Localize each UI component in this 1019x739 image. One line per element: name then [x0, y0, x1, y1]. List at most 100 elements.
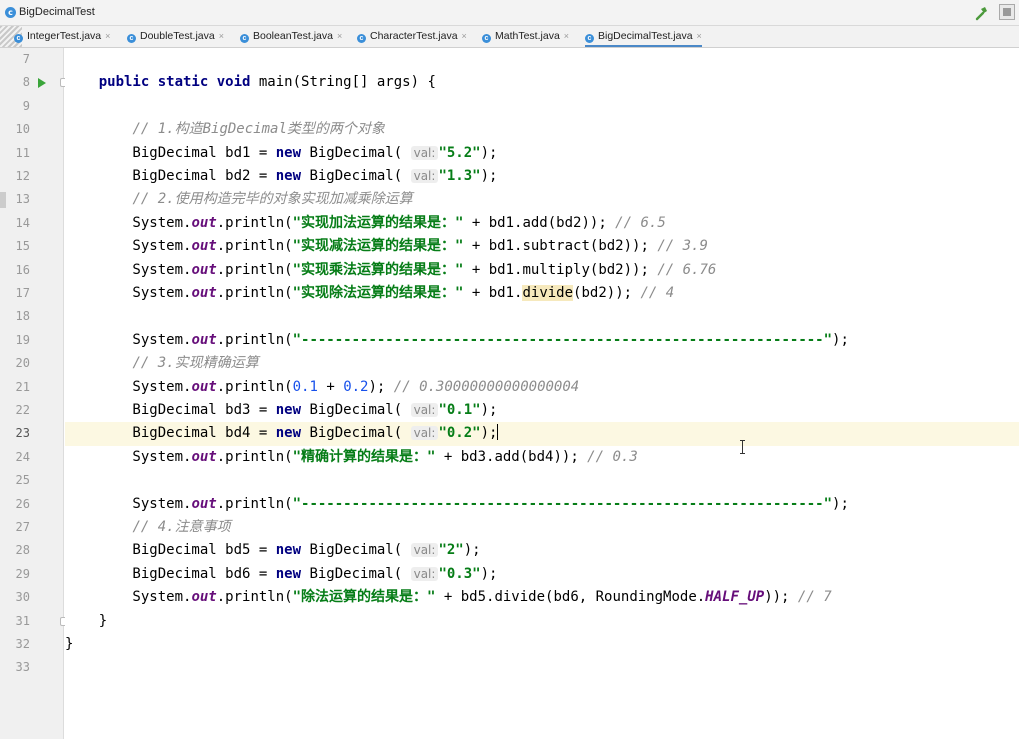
- code-token: "5.2": [438, 144, 481, 161]
- code-line[interactable]: [65, 656, 1019, 679]
- line-number: 19: [15, 332, 30, 347]
- code-token: .println(: [216, 378, 293, 395]
- code-token: System.: [65, 448, 192, 465]
- code-token: + bd5.divide(bd6, RoundingMode.: [435, 589, 706, 606]
- code-token: }: [65, 636, 74, 652]
- code-line[interactable]: }: [65, 610, 1019, 633]
- tab-doubletest[interactable]: c DoubleTest.java ×: [127, 26, 224, 47]
- code-line[interactable]: System.out.println(0.1 + 0.2); // 0.3000…: [65, 376, 1019, 399]
- code-line[interactable]: System.out.println("--------------------…: [65, 329, 1019, 352]
- code-line[interactable]: [65, 305, 1019, 328]
- line-number: 23: [15, 426, 30, 441]
- tab-close-icon[interactable]: ×: [219, 31, 224, 41]
- code-token: .println(: [216, 331, 293, 348]
- code-token: "2": [438, 542, 464, 559]
- code-token: divide: [522, 285, 574, 301]
- code-line[interactable]: System.out.println("实现加法运算的结果是：" + bd1.a…: [65, 212, 1019, 235]
- code-line[interactable]: BigDecimal bd4 = new BigDecimal( val: "0.…: [65, 422, 1019, 446]
- code-line[interactable]: BigDecimal bd1 = new BigDecimal( val: "5.…: [65, 142, 1019, 165]
- code-token: .println(: [216, 261, 293, 278]
- parameter-hint: val:: [410, 403, 439, 417]
- code-token: BigDecimal(: [309, 144, 411, 161]
- code-token: );: [832, 495, 849, 512]
- code-token: new: [275, 425, 310, 442]
- code-line[interactable]: BigDecimal bd6 = new BigDecimal( val: "0.…: [65, 563, 1019, 586]
- code-token: out: [191, 285, 217, 301]
- code-line[interactable]: // 2.使用构造完毕的对象实现加减乘除运算: [65, 188, 1019, 211]
- code-token: BigDecimal bd5 =: [65, 542, 276, 559]
- code-token: BigDecimal(: [309, 542, 411, 559]
- code-token: System.: [65, 261, 192, 278]
- run-gutter-icon[interactable]: [38, 78, 46, 89]
- code-line[interactable]: [65, 469, 1019, 492]
- tab-bigdecimaltest[interactable]: c BigDecimalTest.java ×: [585, 26, 702, 47]
- code-token: out: [191, 261, 217, 278]
- code-token: out: [191, 331, 217, 348]
- code-line[interactable]: System.out.println("--------------------…: [65, 493, 1019, 516]
- parameter-hint: val:: [410, 169, 439, 183]
- code-token: "1.3": [438, 168, 481, 184]
- line-number: 21: [15, 379, 30, 394]
- code-line[interactable]: System.out.println("实现减法运算的结果是：" + bd1.s…: [65, 235, 1019, 258]
- tab-label: DoubleTest.java: [140, 30, 215, 42]
- line-number: 17: [15, 286, 30, 300]
- code-token: BigDecimal bd3 =: [65, 402, 276, 418]
- code-token: + bd1.: [463, 285, 523, 301]
- code-line[interactable]: System.out.println("精确计算的结果是：" + bd3.add…: [65, 446, 1019, 469]
- code-line[interactable]: }: [65, 633, 1019, 656]
- code-token: "---------------------------------------…: [292, 495, 833, 512]
- tab-close-icon[interactable]: ×: [105, 31, 110, 41]
- code-token: + bd1.multiply(bd2));: [463, 261, 658, 278]
- tab-charactertest[interactable]: c CharacterTest.java ×: [357, 26, 467, 47]
- tab-label: CharacterTest.java: [370, 30, 458, 42]
- code-token: );: [368, 378, 394, 395]
- line-number: 9: [22, 98, 30, 113]
- code-line[interactable]: System.out.println("实现乘法运算的结果是：" + bd1.m…: [65, 259, 1019, 282]
- code-token: System.: [65, 238, 192, 255]
- code-line[interactable]: BigDecimal bd2 = new BigDecimal( val: "1.…: [65, 165, 1019, 188]
- code-token: BigDecimal(: [309, 168, 411, 184]
- code-token: );: [832, 331, 849, 348]
- line-number: 33: [15, 660, 30, 675]
- line-number: 25: [15, 473, 30, 488]
- tab-label: MathTest.java: [495, 30, 560, 42]
- code-token: BigDecimal bd6 =: [65, 565, 276, 582]
- code-line[interactable]: // 1.构造BigDecimal类型的两个对象: [65, 118, 1019, 141]
- line-number: 18: [15, 309, 30, 324]
- hammer-icon[interactable]: [973, 5, 989, 21]
- code-line[interactable]: BigDecimal bd5 = new BigDecimal( val: "2"…: [65, 539, 1019, 562]
- tab-integertest[interactable]: c IntegerTest.java ×: [14, 26, 110, 47]
- java-class-icon: c: [357, 34, 366, 43]
- tab-booleantest[interactable]: c BooleanTest.java ×: [240, 26, 342, 47]
- line-number: 27: [15, 520, 30, 534]
- code-editor[interactable]: public static void main(String[] args) {…: [65, 48, 1019, 739]
- code-token: .println(: [216, 448, 293, 465]
- code-line[interactable]: BigDecimal bd3 = new BigDecimal( val: "0.…: [65, 399, 1019, 422]
- line-number: 8: [22, 75, 30, 90]
- code-line[interactable]: [65, 95, 1019, 118]
- tab-close-icon[interactable]: ×: [697, 31, 702, 41]
- java-class-icon: c: [5, 7, 16, 18]
- line-number: 30: [15, 590, 30, 605]
- code-token: new: [275, 168, 310, 184]
- code-line[interactable]: public static void main(String[] args) {: [65, 71, 1019, 94]
- code-line[interactable]: [65, 48, 1019, 71]
- code-token: + bd1.subtract(bd2));: [463, 238, 658, 255]
- code-line[interactable]: // 4.注意事项: [65, 516, 1019, 539]
- line-number: 24: [15, 449, 30, 464]
- code-token: out: [191, 378, 217, 395]
- tab-close-icon[interactable]: ×: [462, 31, 467, 41]
- code-line[interactable]: System.out.println("除法运算的结果是：" + bd5.div…: [65, 586, 1019, 609]
- window-control-button[interactable]: [999, 4, 1015, 20]
- code-line[interactable]: System.out.println("实现除法运算的结果是：" + bd1.d…: [65, 282, 1019, 305]
- change-marker: [0, 192, 6, 209]
- tab-close-icon[interactable]: ×: [337, 31, 342, 41]
- tab-mathtest[interactable]: c MathTest.java ×: [482, 26, 569, 47]
- code-line[interactable]: // 3.实现精确运算: [65, 352, 1019, 375]
- tab-close-icon[interactable]: ×: [564, 31, 569, 41]
- code-token: // 3.实现精确运算: [132, 355, 259, 372]
- code-token: System.: [65, 378, 192, 395]
